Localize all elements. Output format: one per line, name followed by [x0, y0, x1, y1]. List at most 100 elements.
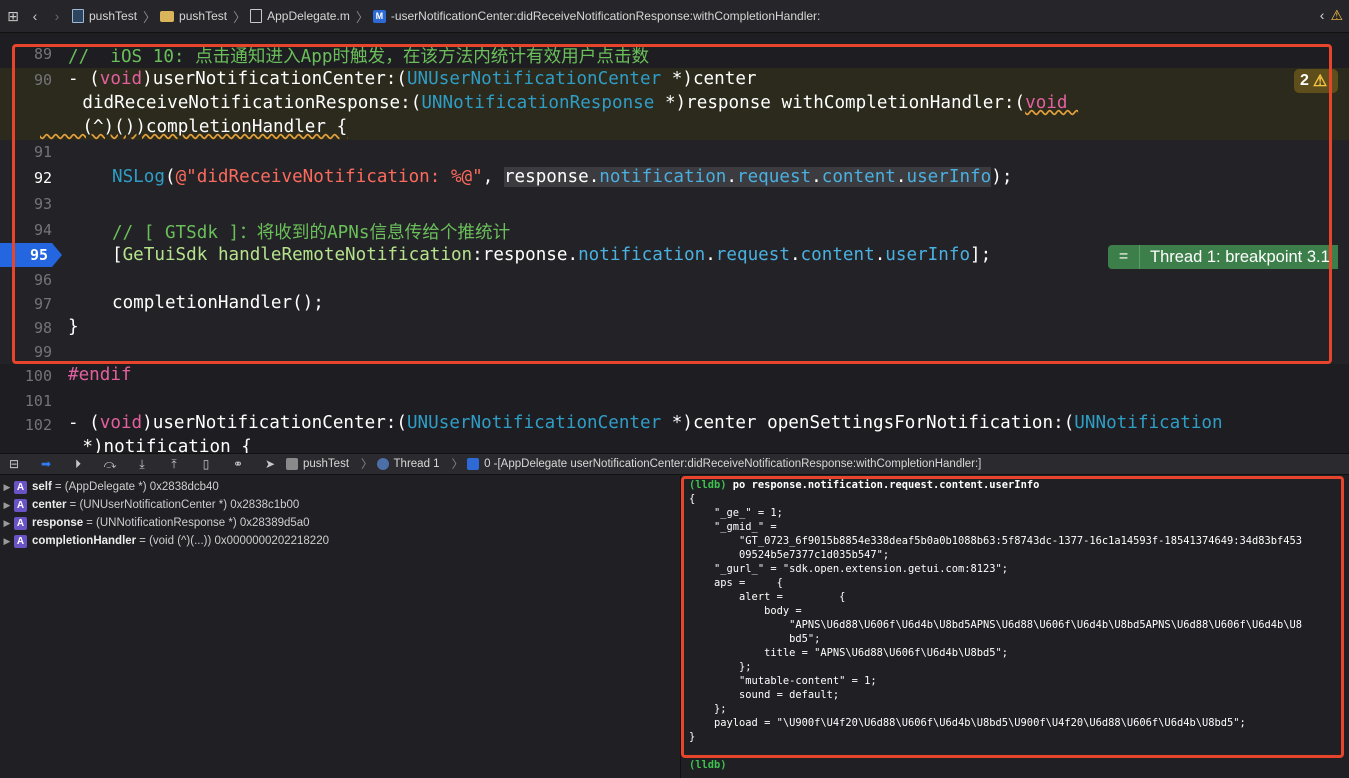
- line-number: 101: [24, 392, 52, 410]
- code-line-100: #endif: [68, 365, 132, 385]
- forward-icon[interactable]: ›: [48, 6, 66, 26]
- breadcrumb-separator: 〉: [361, 459, 373, 471]
- console-prompt[interactable]: (lldb): [689, 758, 727, 772]
- jump-file[interactable]: AppDelegate.m: [250, 9, 350, 23]
- related-items-icon[interactable]: ⊞: [4, 6, 22, 26]
- jump-method[interactable]: M -userNotificationCenter:didReceiveNoti…: [372, 9, 820, 23]
- variables-view: ▶ A self = (AppDelegate *) 0x2838dcb40 ▶…: [0, 476, 679, 778]
- warning-badge[interactable]: 2 ⚠: [1294, 69, 1338, 93]
- simulate-location-icon[interactable]: ➤: [258, 457, 282, 471]
- previous-issue-icon[interactable]: ‹: [1320, 7, 1325, 24]
- code-line-90-cont: didReceiveNotificationResponse:(UNNotifi…: [40, 93, 1079, 113]
- line-number: 90: [33, 71, 52, 89]
- view-hierarchy-icon[interactable]: ▯: [194, 457, 218, 471]
- argument-badge-icon: A: [14, 516, 27, 530]
- code-line-95: [GeTuiSdk handleRemoteNotification:respo…: [112, 245, 992, 265]
- folder-icon: [160, 10, 175, 22]
- breakpoint-marker[interactable]: 95: [0, 243, 62, 267]
- code-line-102: - (void)userNotificationCenter:(UNUserNo…: [68, 413, 1223, 433]
- debug-console[interactable]: (lldb) po response.notification.request.…: [680, 476, 1349, 778]
- project-file-icon: [72, 9, 84, 23]
- console-output-line: bd5";: [689, 633, 821, 645]
- variable-row[interactable]: ▶ A completionHandler = (void (^)(...)) …: [0, 532, 329, 550]
- argument-badge-icon: A: [14, 534, 27, 548]
- thread-icon: [376, 458, 389, 470]
- code-line-97: completionHandler();: [112, 293, 324, 313]
- code-line-94: // [ GTSdk ]：将收到的APNs信息传给个推统计: [112, 223, 511, 243]
- jump-group[interactable]: pushTest: [160, 9, 227, 23]
- variable-row[interactable]: ▶ A self = (AppDelegate *) 0x2838dcb40: [0, 478, 219, 496]
- variable-row[interactable]: ▶ A response = (UNNotificationResponse *…: [0, 514, 310, 532]
- line-number: 92: [33, 169, 52, 187]
- code-line-90: - (void)userNotificationCenter:(UNUserNo…: [68, 69, 757, 89]
- debug-bar: ⊟ ➡ ⏵ ⤼ ⤓ ⤒ ▯ ⚭ ➤ pushTest 〉 Thread 1 〉 …: [0, 453, 1349, 475]
- argument-badge-icon: A: [14, 480, 27, 494]
- console-output-line: "GT_0723_6f9015b8854e338deaf5b0a0b1088b6…: [689, 535, 1303, 547]
- variable-row[interactable]: ▶ A center = (UNUserNotificationCenter *…: [0, 496, 299, 514]
- user-frame-icon: [467, 458, 480, 470]
- line-number: 100: [24, 367, 52, 385]
- line-number: 93: [33, 195, 52, 213]
- line-number: 99: [33, 343, 52, 361]
- line-number: 102: [24, 416, 52, 434]
- back-icon[interactable]: ‹: [26, 6, 44, 26]
- debug-frame[interactable]: 〉 0 -[AppDelegate userNotificationCenter…: [448, 456, 981, 472]
- breadcrumb-separator: 〉: [233, 9, 247, 25]
- console-command-line: (lldb) po response.notification.request.…: [689, 479, 1040, 491]
- line-number: 98: [33, 319, 52, 337]
- source-file-icon: [250, 9, 263, 23]
- console-output-line: {: [689, 493, 696, 505]
- console-output-line: }: [689, 731, 696, 743]
- argument-badge-icon: A: [14, 498, 27, 512]
- disclosure-triangle-icon[interactable]: ▶: [0, 500, 14, 511]
- console-output-line: "_gmid_" =: [689, 521, 777, 533]
- thread-breakpoint-label: Thread 1: breakpoint 3.1: [1140, 245, 1338, 269]
- line-number: 97: [33, 295, 52, 313]
- thread-breakpoint-indicator[interactable]: = Thread 1: breakpoint 3.1: [1108, 245, 1338, 269]
- code-line-102-cont: *)notification {: [40, 437, 252, 453]
- breadcrumb-separator: 〉: [451, 459, 464, 471]
- console-output-line: "APNS\U6d88\U606f\U6d4b\U8bd5APNS\U6d88\…: [689, 619, 1303, 631]
- disclosure-triangle-icon[interactable]: ▶: [0, 482, 14, 493]
- source-editor[interactable]: 89 90 91 92 93 94 96 97 98 99 100 101 10…: [0, 33, 1349, 453]
- warning-nav-icon[interactable]: ⚠: [1330, 7, 1343, 24]
- console-output-line: "mutable-content" = 1;: [689, 675, 877, 687]
- memory-graph-icon[interactable]: ⚭: [226, 457, 250, 471]
- line-number: 89: [33, 45, 52, 63]
- step-indicator-icon: =: [1108, 245, 1140, 269]
- continue-icon[interactable]: ⏵: [66, 457, 90, 472]
- jump-bar: ⊞ ‹ › pushTest 〉 pushTest 〉 AppDelegate.…: [0, 0, 1349, 33]
- code-line-92: NSLog(@"didReceiveNotification: %@", res…: [112, 167, 1013, 187]
- console-output-line: alert = {: [689, 591, 846, 603]
- console-output-line: aps = {: [689, 577, 783, 589]
- console-output-line: 09524b5e7377c1d035b547";: [689, 549, 890, 561]
- console-output-line: "_ge_" = 1;: [689, 507, 783, 519]
- console-output-line: };: [689, 703, 727, 715]
- code-line-90-cont2: (^)())completionHandler {: [40, 117, 348, 137]
- warning-icon: ⚠: [1312, 73, 1328, 90]
- step-out-icon[interactable]: ⤒: [162, 457, 186, 472]
- breadcrumb-separator: 〉: [355, 9, 369, 25]
- hide-debug-area-icon[interactable]: ⊟: [2, 457, 26, 471]
- console-output-line: title = "APNS\U6d88\U606f\U6d4b\U8bd5";: [689, 647, 1009, 659]
- step-into-icon[interactable]: ⤓: [130, 457, 154, 472]
- console-output-line: payload = "\U900f\U4f20\U6d88\U606f\U6d4…: [689, 717, 1246, 729]
- breakpoints-toggle-icon[interactable]: ➡: [34, 457, 58, 471]
- disclosure-triangle-icon[interactable]: ▶: [0, 536, 14, 547]
- app-icon: [286, 458, 298, 470]
- line-number: 94: [33, 221, 52, 239]
- code-line-89: // iOS 10: 点击通知进入App时触发，在该方法内统计有效用户点击数: [68, 47, 650, 67]
- disclosure-triangle-icon[interactable]: ▶: [0, 518, 14, 529]
- line-number: 91: [33, 143, 52, 161]
- console-output-line: sound = default;: [689, 689, 840, 701]
- console-output-line: body =: [689, 605, 802, 617]
- jump-project[interactable]: pushTest: [72, 9, 137, 23]
- debug-thread[interactable]: 〉 Thread 1: [357, 456, 440, 472]
- line-number: 96: [33, 271, 52, 289]
- method-badge-icon: M: [372, 9, 386, 23]
- step-over-icon[interactable]: ⤼: [98, 457, 122, 472]
- console-output-line: "_gurl_" = "sdk.open.extension.getui.com…: [689, 563, 1009, 575]
- code-line-98: }: [68, 317, 79, 337]
- breadcrumb-separator: 〉: [143, 9, 157, 25]
- debug-project[interactable]: pushTest: [286, 458, 349, 470]
